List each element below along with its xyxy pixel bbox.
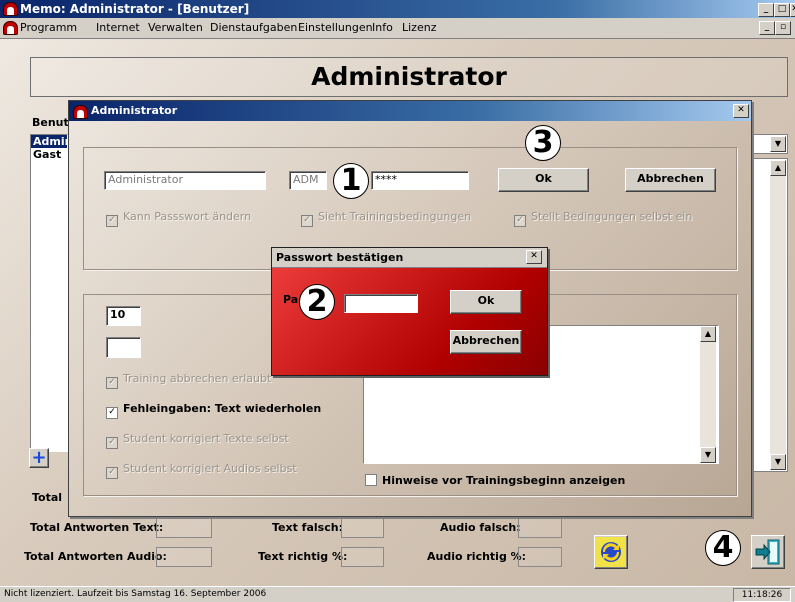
checkbox-label: Stellt Bedingungen selbst ein (531, 210, 693, 223)
text-wrong-label: Text falsch: (272, 521, 343, 534)
text-right-field (341, 547, 384, 567)
checkbox-can-change-password[interactable]: ✓ Kann Passswort ändern (106, 210, 251, 227)
password-dialog-title: Passwort bestätigen (276, 251, 404, 264)
list-item[interactable]: Administrator (31, 135, 67, 148)
password-cancel-button[interactable]: Abbrechen (450, 330, 522, 354)
callout-2: 2 (299, 284, 335, 320)
close-button[interactable]: ✕ (790, 3, 795, 17)
menu-programm[interactable]: Programm (20, 21, 77, 34)
callout-1: 1 (333, 163, 369, 199)
total-label: Total (32, 491, 63, 504)
shortname-field[interactable]: ADM (289, 171, 327, 190)
checkbox-label: Sieht Trainingsbedingungen (318, 210, 472, 223)
callout-3: 3 (525, 125, 561, 161)
menu-internet[interactable]: Internet (96, 21, 140, 34)
menu-verwalten[interactable]: Verwalten (148, 21, 203, 34)
scroll-up-icon[interactable]: ▲ (770, 160, 786, 176)
checkbox-label: Training abbrechen erlaubt (123, 372, 272, 385)
child-restore-button[interactable]: ▫ (775, 21, 791, 35)
checkbox-sees-conditions[interactable]: ✓ Sieht Trainingsbedingungen (301, 210, 471, 227)
license-status: Nicht lizenziert. Laufzeit bis Samstag 1… (4, 589, 267, 599)
total-text-label: Total Antworten Text: (30, 521, 164, 534)
add-user-button[interactable]: + (29, 448, 49, 468)
right-list-scrollbar[interactable]: ▲ ▼ (770, 160, 786, 470)
user-list[interactable]: Administrator Gast (30, 134, 68, 452)
checkbox-label: Hinweise vor Trainingsbeginn anzeigen (382, 474, 626, 487)
scroll-down-icon[interactable]: ▼ (700, 447, 716, 463)
total-audio-label: Total Antworten Audio: (24, 550, 167, 563)
password-ok-button[interactable]: Ok (450, 290, 522, 314)
plus-icon: + (31, 447, 47, 468)
exit-door-icon (755, 539, 780, 565)
menu-lizenz[interactable]: Lizenz (402, 21, 436, 34)
hints-scrollbar[interactable]: ▲ ▼ (700, 326, 716, 463)
password-field[interactable]: **** (371, 171, 469, 190)
menu-bar: Programm Internet Verwalten Dienstaufgab… (0, 18, 795, 39)
window-title: Memo: Administrator - [Benutzer] (20, 2, 250, 16)
maximize-button[interactable]: □ (774, 3, 790, 17)
checkbox-student-audios[interactable]: ✓ Student korrigiert Audios selbst (106, 462, 297, 479)
number-field[interactable]: 10 (106, 306, 141, 326)
dialog-close-button[interactable]: ✕ (733, 104, 749, 118)
menu-dienstaufgaben[interactable]: Dienstaufgaben (210, 21, 297, 34)
checkbox-training-abort[interactable]: ✓ Training abbrechen erlaubt (106, 372, 271, 389)
audio-right-label: Audio richtig %: (427, 550, 527, 563)
refresh-button[interactable] (594, 535, 628, 569)
checkbox-sets-conditions[interactable]: ✓ Stellt Bedingungen selbst ein (514, 210, 692, 227)
total-text-field (156, 518, 212, 538)
cancel-button[interactable]: Abbrechen (625, 168, 716, 192)
checkbox-show-hints[interactable]: Hinweise vor Trainingsbeginn anzeigen (365, 474, 625, 487)
status-bar: Nicht lizenziert. Laufzeit bis Samstag 1… (0, 586, 795, 602)
chevron-down-icon[interactable]: ▼ (770, 136, 786, 152)
page-title: Administrator (30, 57, 788, 97)
scroll-up-icon[interactable]: ▲ (700, 326, 716, 342)
callout-4: 4 (705, 530, 741, 566)
ok-button[interactable]: Ok (498, 168, 589, 192)
headphones-icon (73, 105, 88, 119)
checkbox-label: Student korrigiert Texte selbst (123, 432, 289, 445)
password-dialog-titlebar: Passwort bestätigen ✕ (272, 248, 547, 268)
text-wrong-field (341, 518, 384, 538)
scroll-down-icon[interactable]: ▼ (770, 454, 786, 470)
minimize-button[interactable]: _ (758, 3, 774, 17)
checkbox-repeat-text[interactable]: ✓ Fehleingaben: Text wiederholen (106, 402, 321, 419)
audio-right-field (518, 547, 562, 567)
password-confirm-field[interactable] (344, 294, 418, 313)
window-titlebar: Memo: Administrator - [Benutzer] _ □ ✕ (0, 0, 795, 18)
dialog-title: Administrator (91, 104, 178, 117)
checkbox-student-texts[interactable]: ✓ Student korrigiert Texte selbst (106, 432, 289, 449)
username-field[interactable]: Administrator (104, 171, 266, 190)
headphones-icon (3, 2, 18, 16)
menu-info[interactable]: Info (372, 21, 393, 34)
clock: 11:18:26 (733, 588, 791, 602)
checkbox-label: Fehleingaben: Text wiederholen (123, 402, 322, 415)
menu-einstellungen[interactable]: Einstellungen (298, 21, 373, 34)
password-dialog-close-button[interactable]: ✕ (526, 250, 542, 264)
child-minimize-button[interactable]: _ (759, 21, 775, 35)
dialog-titlebar: Administrator ✕ (69, 101, 751, 121)
second-number-field[interactable] (106, 337, 141, 358)
password-confirm-label: Pa (283, 293, 299, 306)
refresh-icon (596, 537, 626, 567)
checkbox-label: Kann Passswort ändern (123, 210, 252, 223)
audio-wrong-field (518, 518, 562, 538)
checkbox-label: Student korrigiert Audios selbst (123, 462, 297, 475)
combo-box[interactable]: ▼ (752, 134, 788, 154)
list-item[interactable]: Gast (31, 148, 67, 161)
total-audio-field (156, 547, 212, 567)
exit-button[interactable] (751, 535, 785, 569)
right-list[interactable]: ▲ ▼ (752, 158, 788, 472)
password-confirm-dialog: Passwort bestätigen ✕ Pa Ok Abbrechen 2 (271, 247, 548, 376)
audio-wrong-label: Audio falsch: (440, 521, 521, 534)
headphones-icon (3, 21, 18, 35)
text-right-label: Text richtig %: (258, 550, 348, 563)
